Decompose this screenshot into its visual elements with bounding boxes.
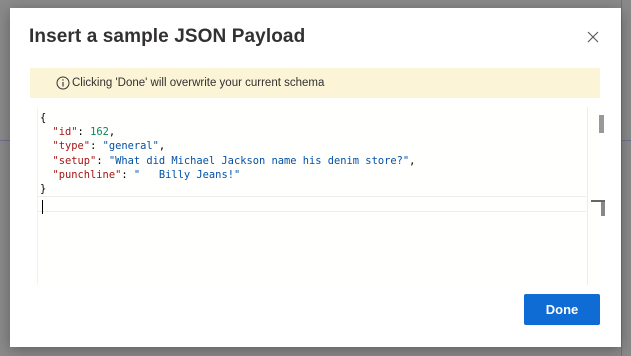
code-token: "type": [52, 140, 91, 153]
dialog-title: Insert a sample JSON Payload: [29, 26, 306, 47]
code-line: "setup": "What did Michael Jackson name …: [40, 154, 416, 168]
code-line: {: [40, 111, 415, 125]
close-button[interactable]: [583, 27, 603, 47]
backdrop-divider: [621, 0, 622, 356]
info-icon: [56, 76, 70, 90]
code-token: 162: [90, 126, 109, 139]
code-token: :: [90, 140, 103, 153]
code-token: " Billy Jeans!": [133, 168, 241, 181]
code-token: "id": [52, 126, 78, 139]
current-line-highlight: [38, 196, 586, 212]
json-code: { "id": 162, "type": "general", "setup":…: [40, 111, 415, 196]
code-line: "type": "general",: [40, 139, 415, 153]
json-payload-editor[interactable]: { "id": 162, "type": "general", "setup":…: [37, 107, 605, 285]
code-line: "id": 162,: [40, 125, 415, 139]
code-token: "setup": [52, 154, 97, 167]
code-token: ,: [108, 126, 116, 139]
code-token: ,: [409, 154, 416, 167]
code-line: "punchline": " Billy Jeans!": [40, 168, 415, 182]
close-icon: [587, 31, 599, 43]
editor-scrollbar[interactable]: [587, 107, 601, 285]
backdrop-divider: [0, 140, 10, 141]
code-token: {: [40, 112, 47, 124]
code-token: }: [40, 182, 47, 195]
code-token: :: [121, 168, 134, 181]
text-cursor: [42, 200, 43, 214]
scrollbar-thumb[interactable]: [599, 115, 604, 133]
code-token: :: [96, 154, 109, 167]
code-token: :: [77, 126, 91, 139]
warning-text: Clicking 'Done' will overwrite your curr…: [72, 77, 325, 89]
backdrop-divider: [621, 140, 631, 141]
code-token: ,: [158, 140, 166, 153]
overview-ruler-cursor: [601, 202, 605, 216]
code-token: "general": [102, 140, 159, 153]
insert-json-dialog: Insert a sample JSON Payload Clicking 'D…: [10, 8, 621, 347]
code-token: "punchline": [52, 168, 122, 181]
done-button[interactable]: Done: [524, 294, 600, 325]
code-token: "What did Michael Jackson name his denim…: [108, 154, 410, 167]
warning-message-bar: Clicking 'Done' will overwrite your curr…: [30, 68, 600, 98]
code-line: }: [40, 182, 415, 196]
